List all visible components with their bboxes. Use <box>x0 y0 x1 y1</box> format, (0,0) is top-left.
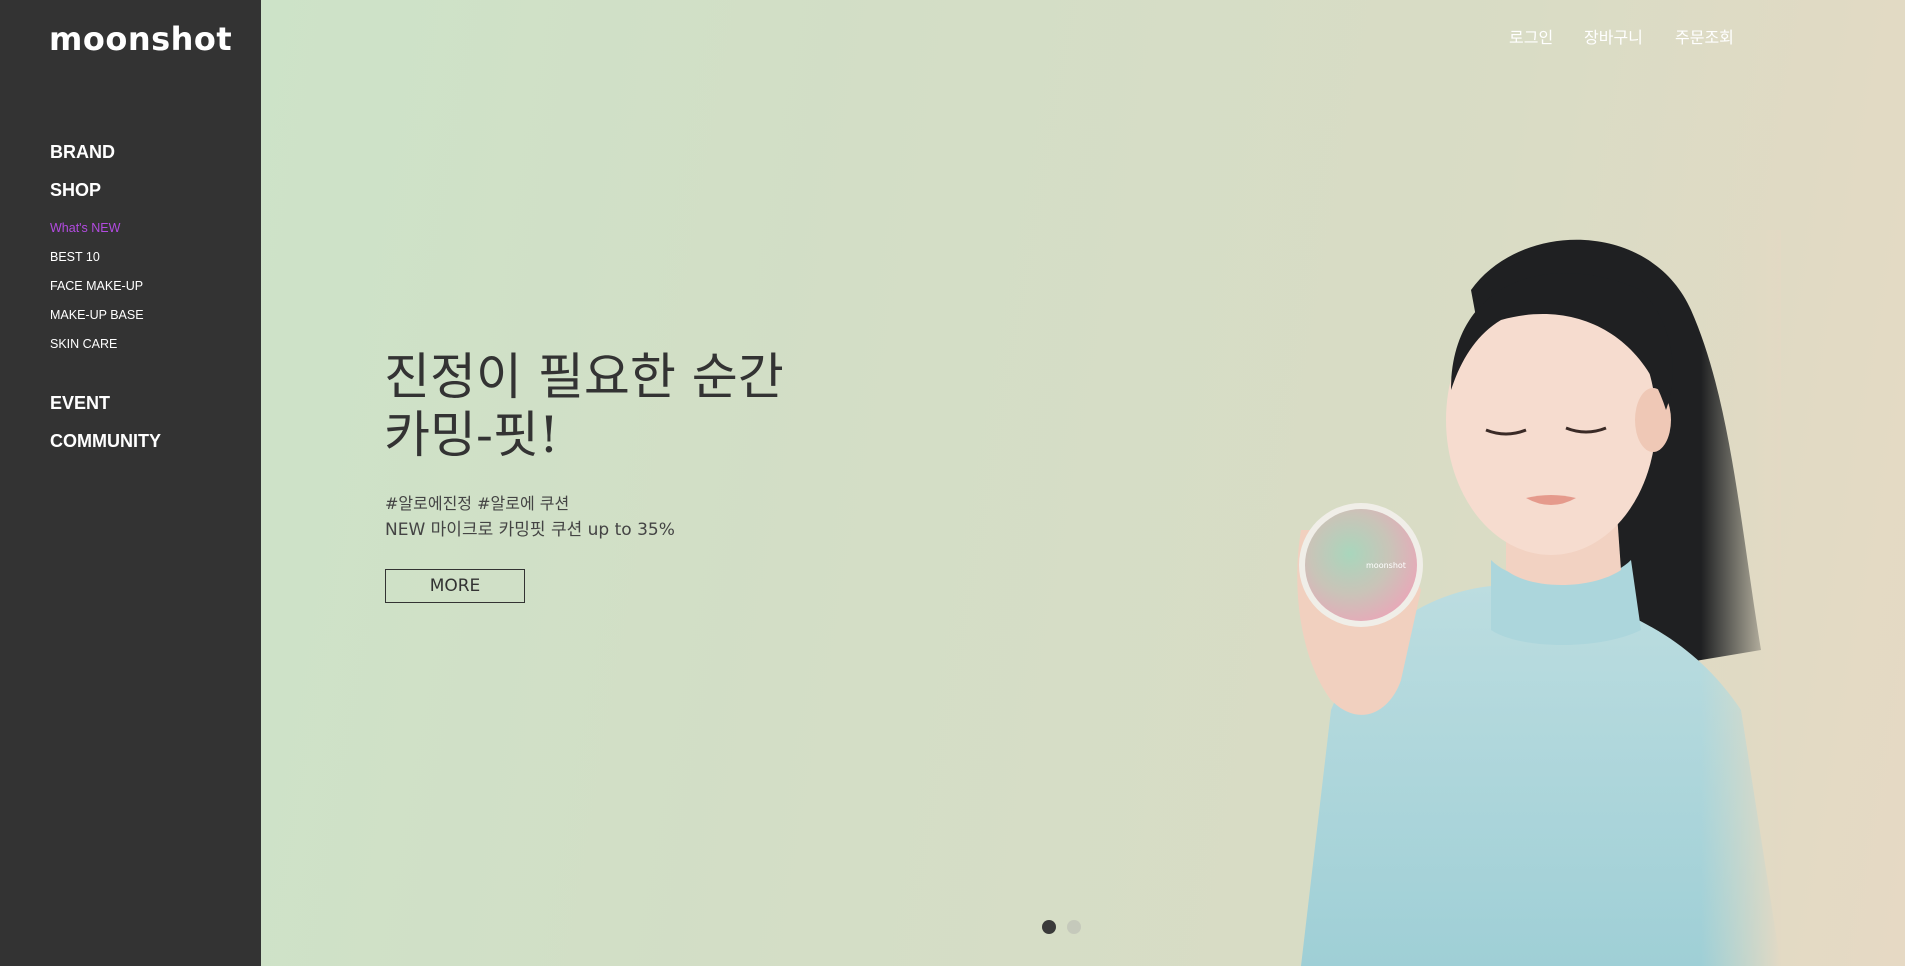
hero-promo-text: NEW 마이크로 카밍핏 쿠션 up to 35% <box>385 520 675 540</box>
more-button[interactable]: MORE <box>385 569 525 603</box>
hero-headline: 진정이 필요한 순간 카밍-핏! <box>384 348 784 464</box>
sidebar-subitem-best-10[interactable]: BEST 10 <box>50 250 100 264</box>
logo[interactable]: moonshot <box>49 20 232 58</box>
hero-tags: #알로에진정 #알로에 쿠션 <box>385 494 570 513</box>
slide-dot-2[interactable] <box>1067 920 1081 934</box>
login-link[interactable]: 로그인 <box>1509 24 1553 48</box>
hero-headline-line1: 진정이 필요한 순간 <box>384 348 784 406</box>
hero-banner: 로그인 장바구니 주문조회 진정이 필요한 순간 카밍-핏! #알로에진정 #알… <box>261 0 1905 966</box>
order-lookup-link[interactable]: 주문조회 <box>1675 24 1734 48</box>
slide-dot-1[interactable] <box>1042 920 1056 934</box>
sidebar-subitem-face-make-up[interactable]: FACE MAKE-UP <box>50 279 143 293</box>
sidebar-subitem-skin-care[interactable]: SKIN CARE <box>50 337 117 351</box>
hero-headline-line2: 카밍-핏! <box>384 406 559 464</box>
sidebar-item-shop[interactable]: SHOP <box>50 180 101 201</box>
compact-logo-text: moonshot <box>1366 561 1406 570</box>
model-image: moonshot <box>1297 230 1781 966</box>
sidebar-item-community[interactable]: COMMUNITY <box>50 431 161 452</box>
sidebar-item-event[interactable]: EVENT <box>50 393 110 414</box>
sidebar-subitem-whats-new[interactable]: What's NEW <box>50 221 120 235</box>
header-links: 로그인 장바구니 주문조회 <box>261 24 1905 48</box>
sidebar: moonshot BRAND SHOP What's NEW BEST 10 F… <box>0 0 261 966</box>
sidebar-item-brand[interactable]: BRAND <box>50 142 115 163</box>
sidebar-subitem-make-up-base[interactable]: MAKE-UP BASE <box>50 308 144 322</box>
cart-link[interactable]: 장바구니 <box>1584 24 1643 48</box>
